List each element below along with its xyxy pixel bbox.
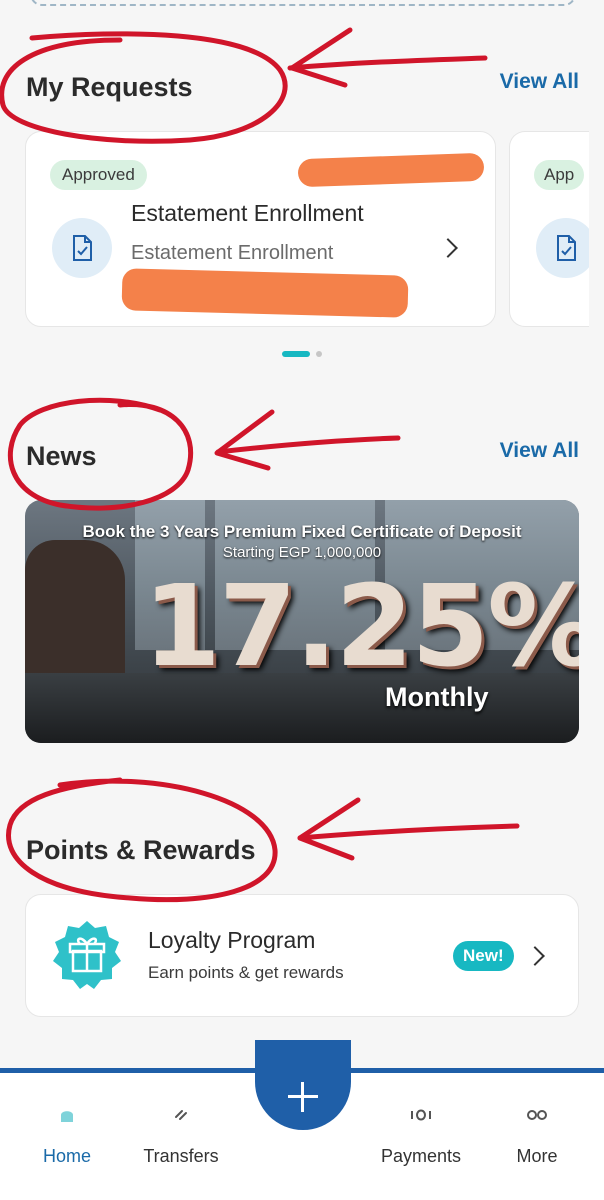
request-title: Estatement Enrollment: [131, 200, 364, 226]
nav-label-payments: Payments: [380, 1146, 462, 1166]
status-badge: App: [534, 160, 585, 190]
new-badge: New!: [453, 941, 514, 971]
status-badge: Approved: [50, 160, 147, 190]
my-requests-title: My Requests: [26, 72, 193, 102]
banner-rate: 17.25%: [143, 562, 579, 692]
previous-card-edge: [30, 0, 576, 6]
document-check-icon: [536, 218, 589, 278]
home-icon: [12, 1100, 122, 1130]
chevron-right-icon: [525, 946, 545, 966]
nav-label-transfers: Transfers: [143, 1146, 219, 1166]
chevron-right-icon: [438, 238, 458, 258]
loyalty-subtitle: Earn points & get rewards: [148, 963, 344, 982]
request-card-next[interactable]: App: [509, 131, 589, 327]
pagination-dot-active[interactable]: [282, 351, 310, 357]
pagination-dot[interactable]: [316, 351, 322, 357]
news-title: News: [26, 441, 97, 471]
transfers-icon: [126, 1100, 236, 1130]
request-card[interactable]: Approved Estatement Enrollment Estatemen…: [25, 131, 496, 327]
nav-label-more: More: [516, 1146, 558, 1166]
banner-period: Monthly: [385, 682, 489, 712]
carousel-pagination[interactable]: [282, 351, 322, 357]
news-view-all-link[interactable]: View All: [500, 439, 579, 463]
more-icon: [482, 1100, 592, 1130]
loyalty-program-card[interactable]: Loyalty Program Earn points & get reward…: [25, 894, 579, 1017]
news-banner[interactable]: Book the 3 Years Premium Fixed Certifica…: [25, 500, 579, 743]
gift-badge-icon: [53, 921, 121, 989]
points-rewards-title: Points & Rewards: [26, 835, 256, 865]
document-check-icon: [52, 218, 112, 278]
redaction-mark: [121, 268, 409, 318]
payments-icon: [366, 1100, 476, 1130]
loyalty-title: Loyalty Program: [148, 927, 316, 953]
banner-headline: Book the 3 Years Premium Fixed Certifica…: [82, 522, 522, 541]
requests-view-all-link[interactable]: View All: [500, 70, 579, 94]
banner-subheadline: Starting EGP 1,000,000: [222, 544, 382, 561]
request-subtitle: Estatement Enrollment: [131, 242, 334, 264]
redaction-mark: [297, 152, 485, 188]
nav-label-home: Home: [42, 1146, 91, 1166]
